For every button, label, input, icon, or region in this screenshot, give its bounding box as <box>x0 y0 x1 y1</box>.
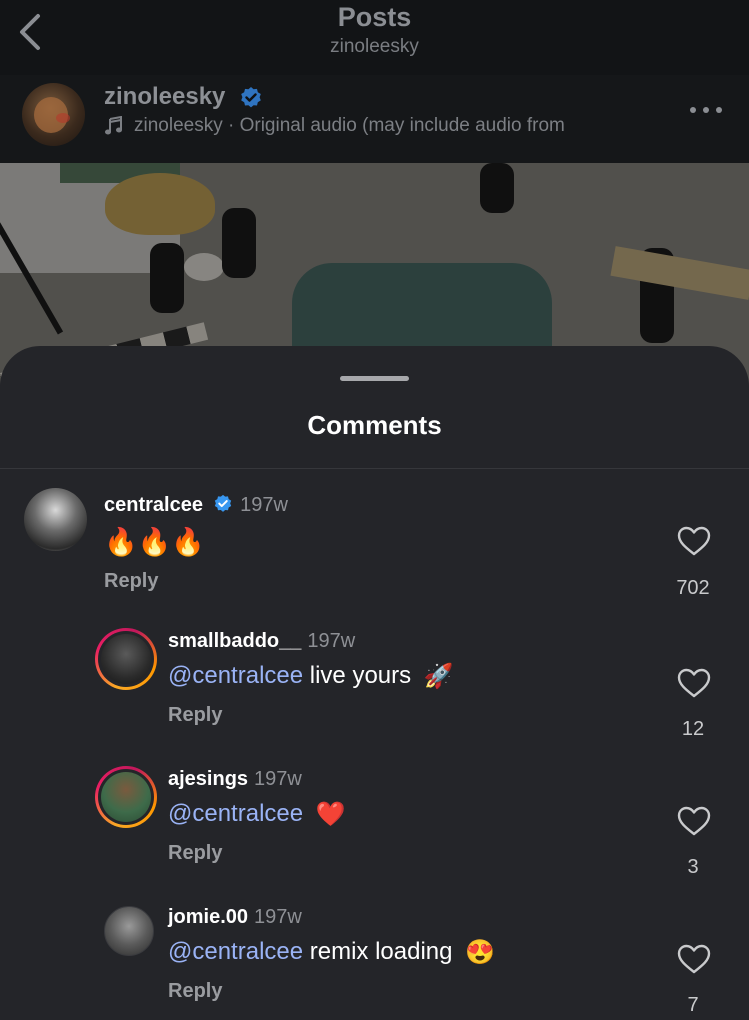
page-title: Posts <box>337 2 412 32</box>
comment-text: 🔥🔥🔥 <box>104 526 205 558</box>
comment-emoji: ❤️ <box>315 801 346 829</box>
verified-badge-icon <box>214 494 231 512</box>
comment-username[interactable]: jomie.00 <box>168 906 248 928</box>
comment-emoji: 😍 <box>465 939 496 967</box>
post-author-avatar[interactable] <box>22 83 85 146</box>
like-count: 12 <box>681 718 705 740</box>
heart-icon[interactable] <box>677 526 711 556</box>
comment-username[interactable]: smallbaddo__ <box>168 630 301 652</box>
sheet-drag-handle[interactable] <box>340 376 409 381</box>
commenter-avatar[interactable] <box>104 906 154 956</box>
comment-emoji: 🔥🔥🔥 <box>104 527 205 557</box>
comment-body: remix loading <box>303 938 453 965</box>
reply-button[interactable]: Reply <box>168 980 222 1003</box>
sheet-title: Comments <box>307 410 442 440</box>
comment-mention[interactable]: @centralcee <box>168 938 303 965</box>
heart-icon[interactable] <box>677 668 711 698</box>
reply-button[interactable]: Reply <box>104 570 158 593</box>
comment-body: live yours <box>303 662 412 689</box>
comment-emoji: 🚀 <box>423 663 454 691</box>
divider <box>0 468 749 469</box>
comment-timestamp: 197w <box>240 494 288 516</box>
comment-timestamp: 197w <box>254 768 302 790</box>
commenter-avatar[interactable] <box>101 634 151 684</box>
post-audio-info[interactable]: zinoleesky · Original audio (may include… <box>104 115 565 137</box>
comment-item: centralcee 197w 🔥🔥🔥 Reply 702 <box>0 486 749 606</box>
comment-timestamp: 197w <box>307 630 356 652</box>
comment-text: @centralcee ❤️ <box>168 800 346 829</box>
comment-reply-item: jomie.00 197w @centralcee remix loading 😍… <box>0 902 749 1020</box>
verified-badge-icon <box>241 87 261 108</box>
commenter-avatar[interactable] <box>24 488 87 551</box>
comment-mention[interactable]: @centralcee <box>168 800 303 827</box>
commenter-avatar[interactable] <box>101 772 151 822</box>
comment-text: @centralcee live yours 🚀 <box>168 662 454 691</box>
like-count: 7 <box>687 994 699 1016</box>
post-audio-label: zinoleesky · Original audio (may include… <box>134 115 565 136</box>
comment-timestamp: 197w <box>254 906 302 928</box>
comment-username[interactable]: centralcee <box>104 494 203 516</box>
comment-text: @centralcee remix loading 😍 <box>168 938 495 967</box>
like-count: 3 <box>687 856 699 878</box>
comment-mention[interactable]: @centralcee <box>168 662 303 689</box>
page-subtitle: zinoleesky <box>330 36 419 57</box>
comment-meta: jomie.00 197w <box>168 906 302 929</box>
comment-reply-item: ajesings 197w @centralcee ❤️ Reply 3 <box>0 764 749 884</box>
post-header: zinoleesky zinoleesky · Original audio (… <box>0 75 749 163</box>
comment-reply-item: smallbaddo__ 197w @centralcee live yours … <box>0 626 749 746</box>
post-author-username[interactable]: zinoleesky <box>104 83 225 111</box>
comment-username[interactable]: ajesings <box>168 768 248 790</box>
comment-meta: smallbaddo__ 197w <box>168 630 355 653</box>
heart-icon[interactable] <box>677 944 711 974</box>
comment-meta: ajesings 197w <box>168 768 302 791</box>
comment-meta: centralcee 197w <box>104 494 288 517</box>
heart-icon[interactable] <box>677 806 711 836</box>
like-count: 702 <box>676 577 710 599</box>
reply-button[interactable]: Reply <box>168 704 222 727</box>
music-note-icon <box>105 115 122 135</box>
reply-button[interactable]: Reply <box>168 842 222 865</box>
more-options-icon[interactable] <box>688 100 724 120</box>
comments-sheet: Comments centralcee 197w 🔥🔥🔥 Reply 702 s… <box>0 346 749 1020</box>
top-navigation-bar: Posts zinoleesky <box>0 0 749 76</box>
